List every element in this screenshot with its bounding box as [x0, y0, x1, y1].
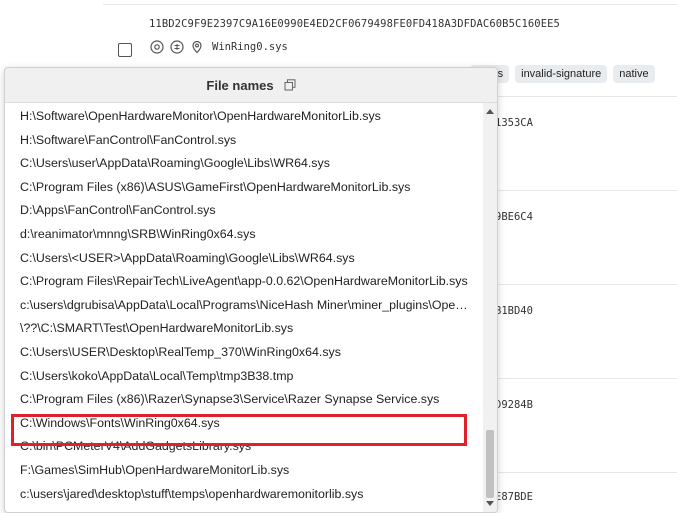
- file-meta-row: WinRing0.sys: [150, 40, 288, 54]
- file-name-item[interactable]: C:\Users\USER\Desktop\RealTemp_370\WinRi…: [5, 341, 468, 365]
- file-name-item[interactable]: d:\reanimator\mnng\SRB\WinRing0x64.sys: [5, 223, 468, 247]
- file-name-item[interactable]: C:\Users\user\AppData\Roaming\Google\Lib…: [5, 152, 468, 176]
- bug-icon[interactable]: [170, 40, 184, 54]
- file-name[interactable]: WinRing0.sys: [212, 41, 288, 53]
- file-name-item[interactable]: C:\bin\PCMeterV4\AddGadgetsLibrary.sys: [5, 435, 468, 459]
- file-name-item[interactable]: c:\users\jared\desktop\stuff\temps\openh…: [5, 483, 468, 507]
- tag[interactable]: native: [613, 65, 655, 83]
- row-hash: E87BDE: [495, 491, 533, 503]
- copy-icon[interactable]: [284, 79, 296, 91]
- file-name-item[interactable]: C:\Program Files (x86)\ASUS\GameFirst\Op…: [5, 176, 468, 200]
- tag[interactable]: invalid-signature: [515, 65, 608, 83]
- popover-title: File names: [206, 77, 274, 93]
- location-pin-icon[interactable]: [190, 40, 204, 54]
- file-name-item[interactable]: C:\Program Files\RepairTech\LiveAgent\ap…: [5, 270, 468, 294]
- file-name-item[interactable]: C:\Users\koko\AppData\Local\Temp\tmp3B38…: [5, 365, 468, 389]
- scrollbar[interactable]: [483, 103, 497, 512]
- scrollbar-thumb[interactable]: [486, 430, 494, 498]
- file-name-item[interactable]: C:\Users\<USER>\AppData\Roaming\Google\L…: [5, 247, 468, 271]
- file-name-item[interactable]: \??\C:\SMART\Test\OpenHardwareMonitorLib…: [5, 317, 468, 341]
- row-hash: 9BE6C4: [495, 211, 533, 223]
- file-name-item-highlighted[interactable]: C:\Program Files (x86)\Razer\Synapse3\Se…: [5, 388, 468, 412]
- popover-header: File names: [5, 68, 497, 103]
- file-names-list[interactable]: H:\Software\OpenHardwareMonitor\OpenHard…: [5, 103, 483, 512]
- row-hash: B1BD40: [495, 305, 533, 317]
- file-hash[interactable]: 11BD2C9F9E2397C9A16E0990E4ED2CF0679498FE…: [149, 18, 560, 30]
- select-checkbox[interactable]: [118, 43, 132, 57]
- row-hash: D9284B: [495, 399, 533, 411]
- file-names-popover: File names H:\Software\OpenHardwareMonit…: [4, 67, 498, 513]
- file-name-item[interactable]: D:\Apps\FanControl\FanControl.sys: [5, 199, 468, 223]
- row-hash: 1353CA: [495, 117, 533, 129]
- eye-icon[interactable]: [150, 40, 164, 54]
- file-name-item[interactable]: F:\Games\SimHub\OpenHardwareMonitorLib.s…: [5, 459, 468, 483]
- file-name-item[interactable]: C:\Windows\Fonts\WinRing0x64.sys: [5, 412, 468, 436]
- file-name-item[interactable]: H:\Software\OpenHardwareMonitor\OpenHard…: [5, 105, 468, 129]
- scroll-down-arrow-icon[interactable]: [486, 501, 494, 506]
- scroll-up-arrow-icon[interactable]: [486, 109, 494, 114]
- file-name-item[interactable]: c:\users\dgrubisa\AppData\Local\Programs…: [5, 294, 468, 318]
- file-name-item[interactable]: H:\Software\FanControl\FanControl.sys: [5, 129, 468, 153]
